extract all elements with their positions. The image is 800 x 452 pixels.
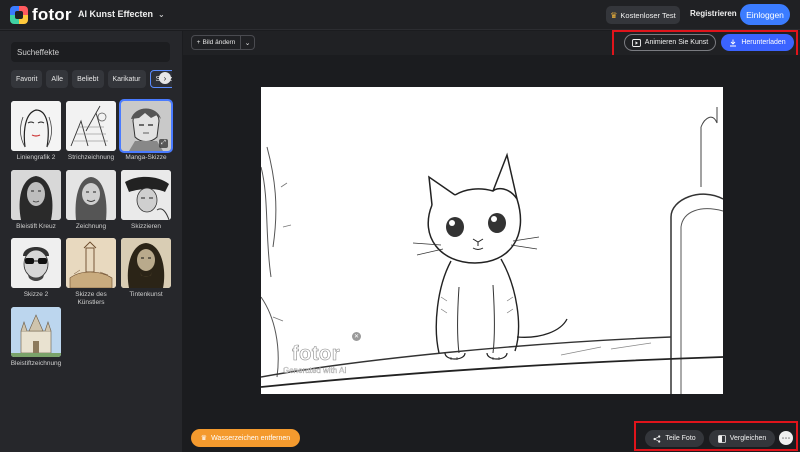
effect-thumbnail: [66, 101, 116, 151]
close-watermark-icon[interactable]: ✕: [352, 332, 361, 341]
remove-watermark-label: Wasserzeichen entfernen: [211, 434, 291, 442]
effect-zeichnung[interactable]: Zeichnung: [66, 170, 118, 231]
effect-skizze-des-kuenstlers[interactable]: Skizze des Künstlers: [66, 238, 118, 307]
expand-icon[interactable]: ⤢: [159, 139, 168, 148]
effect-thumbnail: [66, 170, 116, 220]
chip-karikatur[interactable]: Karikatur: [107, 70, 146, 88]
effect-thumbnail: [66, 238, 116, 288]
effect-label: Tintenkunst: [129, 291, 163, 298]
effect-bleistiftzeichnung[interactable]: Bleistiftzeichnung: [11, 307, 63, 368]
effect-thumbnail: [11, 307, 61, 357]
effect-label: Skizze 2: [23, 291, 49, 298]
chevron-down-icon: ⌄: [244, 39, 251, 47]
watermark-logo: fotor: [292, 343, 341, 366]
app-menu-label: AI Kunst Effecten: [78, 9, 154, 19]
effect-thumbnail: [11, 170, 61, 220]
effect-thumbnail: ⤢: [119, 99, 173, 153]
chip-beliebt[interactable]: Beliebt: [72, 70, 104, 88]
change-image-label: Bild ändern: [202, 39, 236, 46]
change-image-dropdown[interactable]: ⌄: [241, 35, 255, 50]
top-bar: fotor AI Kunst Effecten ⌄ ♛ Kostenloser …: [0, 0, 800, 30]
category-chips: Favorit Alle Beliebt Karikatur Skizze: [11, 70, 172, 88]
app-root: fotor AI Kunst Effecten ⌄ ♛ Kostenloser …: [0, 0, 800, 452]
highlight-box-bottom: [634, 421, 798, 451]
effect-liniengrafik-2[interactable]: Liniengrafik 2: [11, 101, 63, 162]
effect-thumbnail: [121, 238, 171, 288]
free-trial-button[interactable]: ♛ Kostenloser Test: [606, 6, 680, 24]
effect-skizze-2[interactable]: Skizze 2: [11, 238, 63, 299]
watermark-subtitle: Generated with AI: [283, 366, 347, 375]
effect-label: Skizzieren: [131, 223, 161, 230]
effect-label: Strichzeichnung: [67, 154, 115, 161]
fotor-logo-icon: [10, 6, 28, 24]
register-link[interactable]: Registrieren: [690, 9, 737, 18]
effect-label: Zeichnung: [75, 223, 107, 230]
effect-label: Bleistiftzeichnung: [10, 360, 62, 367]
chip-alle[interactable]: Alle: [46, 70, 69, 88]
effect-thumbnail: [11, 238, 61, 288]
change-image-button[interactable]: + Bild ändern: [191, 35, 241, 50]
chip-favorit[interactable]: Favorit: [11, 70, 43, 88]
effect-label: Bleistift Kreuz: [16, 223, 56, 230]
effects-sidebar: Favorit Alle Beliebt Karikatur Skizze › …: [0, 31, 182, 452]
chevron-right-icon[interactable]: ›: [159, 72, 171, 84]
effect-skizzieren[interactable]: Skizzieren: [121, 170, 173, 231]
effect-manga-skizze[interactable]: ⤢ Manga-Skizze: [119, 99, 173, 162]
plus-icon: +: [196, 39, 201, 46]
remove-watermark-button[interactable]: ♛ Wasserzeichen entfernen: [191, 429, 300, 447]
effect-tintenkunst[interactable]: Tintenkunst: [121, 238, 173, 299]
logo-text: fotor: [32, 5, 72, 24]
crown-icon: ♛: [200, 435, 208, 442]
effect-thumbnail: [11, 101, 61, 151]
effect-strichzeichnung[interactable]: Strichzeichnung: [66, 101, 118, 162]
effect-label: Manga-Skizze: [125, 154, 167, 161]
search-effects-input[interactable]: [11, 42, 170, 62]
effect-bleistift-kreuz[interactable]: Bleistift Kreuz: [11, 170, 63, 231]
ai-art-effects-menu[interactable]: AI Kunst Effecten ⌄: [78, 9, 165, 19]
free-trial-label: Kostenloser Test: [620, 10, 676, 20]
chevron-down-icon: ⌄: [158, 9, 165, 19]
effect-label: Skizze des Künstlers: [75, 291, 107, 306]
crown-icon: ♛: [610, 10, 618, 20]
login-button[interactable]: Einloggen: [740, 4, 790, 25]
effect-label: Liniengrafik 2: [16, 154, 56, 161]
fotor-logo[interactable]: fotor: [10, 5, 72, 25]
effect-thumbnail: [121, 170, 171, 220]
